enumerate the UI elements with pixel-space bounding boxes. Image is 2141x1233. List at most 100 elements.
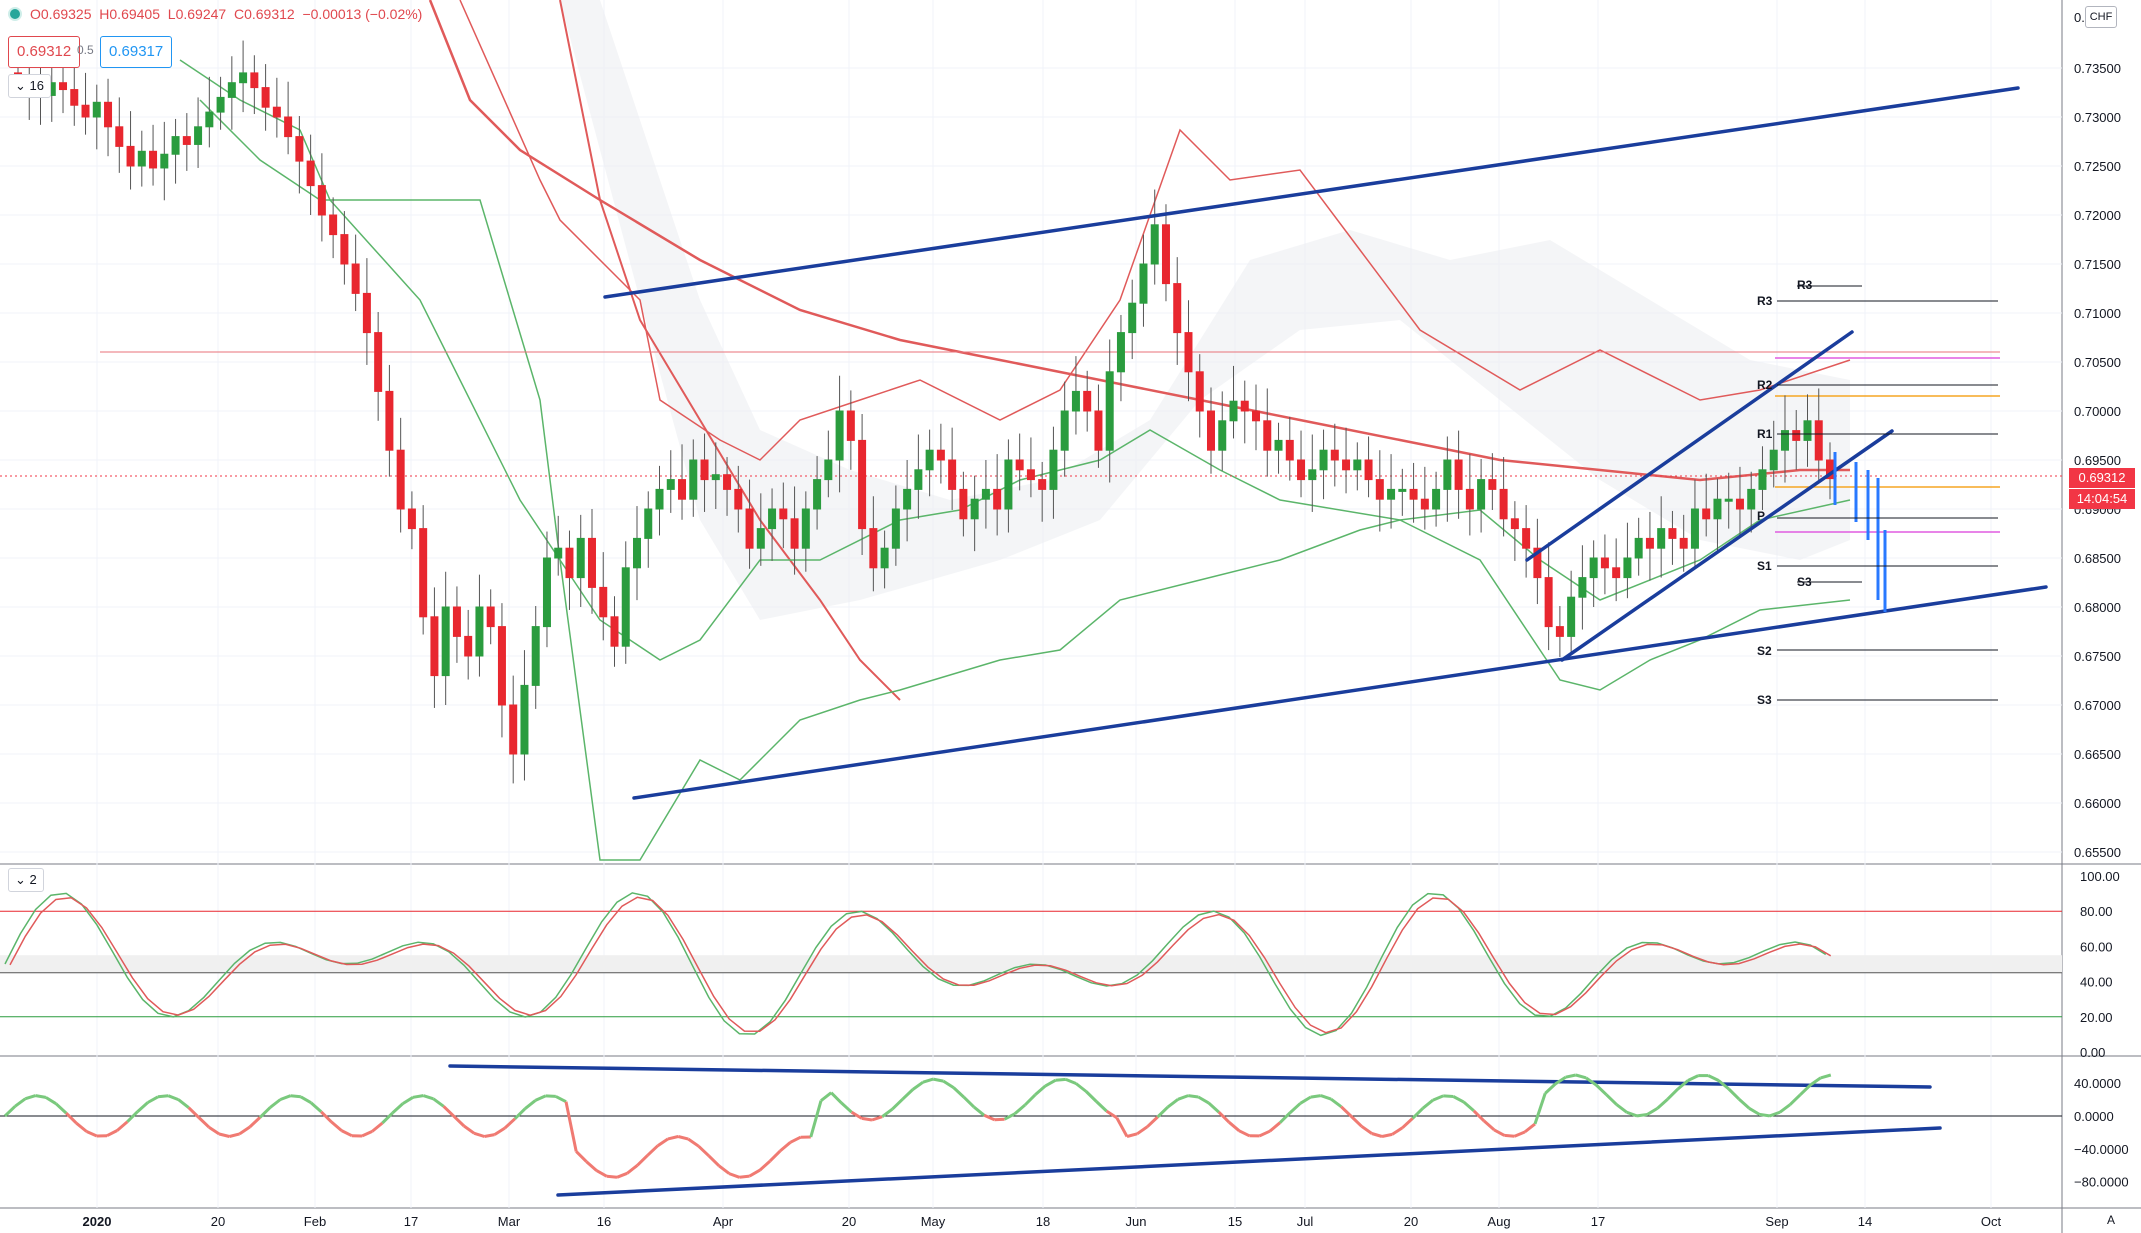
cci-segment	[14, 1097, 27, 1108]
candle-body	[824, 459, 833, 481]
cci-segment	[656, 1137, 669, 1147]
cci-segment	[840, 1101, 853, 1114]
ohlc-close: C0.69312	[233, 6, 295, 22]
candle-body	[1499, 488, 1508, 520]
time-tick-label: 20	[211, 1214, 225, 1229]
cci-segment	[707, 1154, 721, 1167]
cci-segment	[1727, 1087, 1741, 1101]
pivot-label-s3: S3	[1757, 693, 1772, 707]
cci-segment	[1034, 1084, 1047, 1096]
price-tick-label: 0.67500	[2074, 649, 2121, 664]
cci-segment	[1238, 1129, 1251, 1138]
cci-segment	[830, 1091, 843, 1104]
cci-segment	[1136, 1125, 1149, 1136]
cci-segment	[238, 1125, 251, 1136]
cci-segment	[310, 1101, 323, 1113]
cci-segment	[463, 1124, 476, 1135]
cci-segment	[1462, 1100, 1475, 1112]
cci-segment	[412, 1094, 424, 1099]
candle-body	[92, 101, 101, 118]
cci-segment	[871, 1115, 883, 1122]
candle-body	[1319, 449, 1328, 471]
cci-segment	[1443, 1094, 1454, 1098]
cci-segment	[340, 1129, 353, 1138]
candle-body	[1443, 459, 1452, 490]
cci-segment	[1381, 1132, 1393, 1138]
cci-segment	[197, 1116, 211, 1129]
candle-body	[700, 459, 709, 481]
time-tick-label: 18	[1036, 1214, 1050, 1229]
cci-segment	[891, 1098, 904, 1111]
cci-segment	[1187, 1094, 1199, 1099]
candle-body	[981, 488, 990, 500]
cci-tick-label: −80.0000	[2074, 1175, 2129, 1190]
cci-segment	[1197, 1095, 1210, 1105]
cci-segment	[1575, 1073, 1587, 1080]
candle-body	[903, 488, 912, 510]
price-tick-label: 0.68000	[2074, 600, 2121, 615]
cci-segment	[1207, 1101, 1220, 1114]
price-tick-label: 0.66000	[2074, 796, 2121, 811]
cci-segment	[136, 1101, 149, 1113]
candle-body	[554, 547, 563, 559]
trading-chart[interactable]: 0.73500 0.73000 0.72500 0.72000 0.71500 0.710…	[0, 0, 2141, 1233]
cci-segment	[1636, 1113, 1648, 1118]
candle-body	[385, 390, 394, 451]
candle-body	[1308, 469, 1317, 481]
currency-button[interactable]: CHF	[2085, 6, 2117, 28]
cci-segment	[1115, 1117, 1129, 1138]
cci-segment	[1666, 1088, 1679, 1101]
candle-body	[1285, 439, 1294, 461]
cci-segment	[442, 1105, 455, 1118]
candle-body	[1555, 626, 1564, 637]
candle-body	[1758, 469, 1767, 490]
candle-body	[194, 126, 203, 145]
cci-segment	[1166, 1098, 1179, 1109]
candle-body	[1567, 596, 1576, 637]
cci-segment	[330, 1120, 343, 1132]
cci-segment	[901, 1088, 914, 1101]
candle-body	[576, 537, 585, 579]
indicator-collapse-toggle[interactable]: ⌄ 16	[8, 74, 51, 98]
price-tick-label: 0.71500	[2074, 257, 2121, 272]
cci-segment	[85, 1130, 98, 1138]
candle-body	[227, 82, 236, 98]
cci-segment	[229, 1132, 240, 1138]
last-price-label: 0.69312	[2069, 468, 2135, 488]
time-tick-label: Mar	[498, 1214, 521, 1229]
stoch-collapse-toggle[interactable]: ⌄ 2	[8, 868, 44, 892]
candle-body	[1083, 390, 1092, 412]
candle-body	[104, 101, 113, 128]
cci-segment	[768, 1149, 782, 1163]
time-tick-label: 17	[404, 1214, 418, 1229]
sell-button[interactable]: 0.69312	[8, 36, 81, 68]
candle-body	[1600, 557, 1609, 569]
candle-body	[644, 508, 653, 539]
cci-segment	[1533, 1092, 1547, 1125]
stochastic-pane	[0, 892, 2062, 1037]
cci-segment	[452, 1115, 466, 1128]
cci-segment	[1268, 1121, 1281, 1133]
candle-body	[1297, 459, 1306, 481]
candle-body	[1645, 537, 1654, 549]
candle-body	[633, 537, 642, 569]
candle-body	[486, 606, 495, 628]
auto-scale-button[interactable]: A	[2107, 1213, 2115, 1227]
candle-body	[925, 449, 934, 471]
cci-segment	[973, 1105, 986, 1117]
cci-segment	[116, 1120, 129, 1132]
candle-body	[1623, 557, 1632, 579]
cci-segment	[922, 1077, 934, 1084]
candle-body	[1465, 488, 1474, 510]
pivot-label-r2: R2	[1757, 378, 1773, 392]
cci-segment	[1421, 1098, 1434, 1110]
buy-button[interactable]: 0.69317	[100, 36, 173, 68]
candle-body	[205, 111, 214, 128]
price-tick-label: 0.72000	[2074, 208, 2121, 223]
cci-segment	[1707, 1074, 1720, 1082]
cci-segment	[994, 1117, 1005, 1122]
cci-segment	[218, 1132, 230, 1138]
cci-segment	[1044, 1078, 1057, 1088]
cci-segment	[606, 1174, 618, 1179]
pivot-label-r3-weekly: R3	[1797, 278, 1813, 292]
